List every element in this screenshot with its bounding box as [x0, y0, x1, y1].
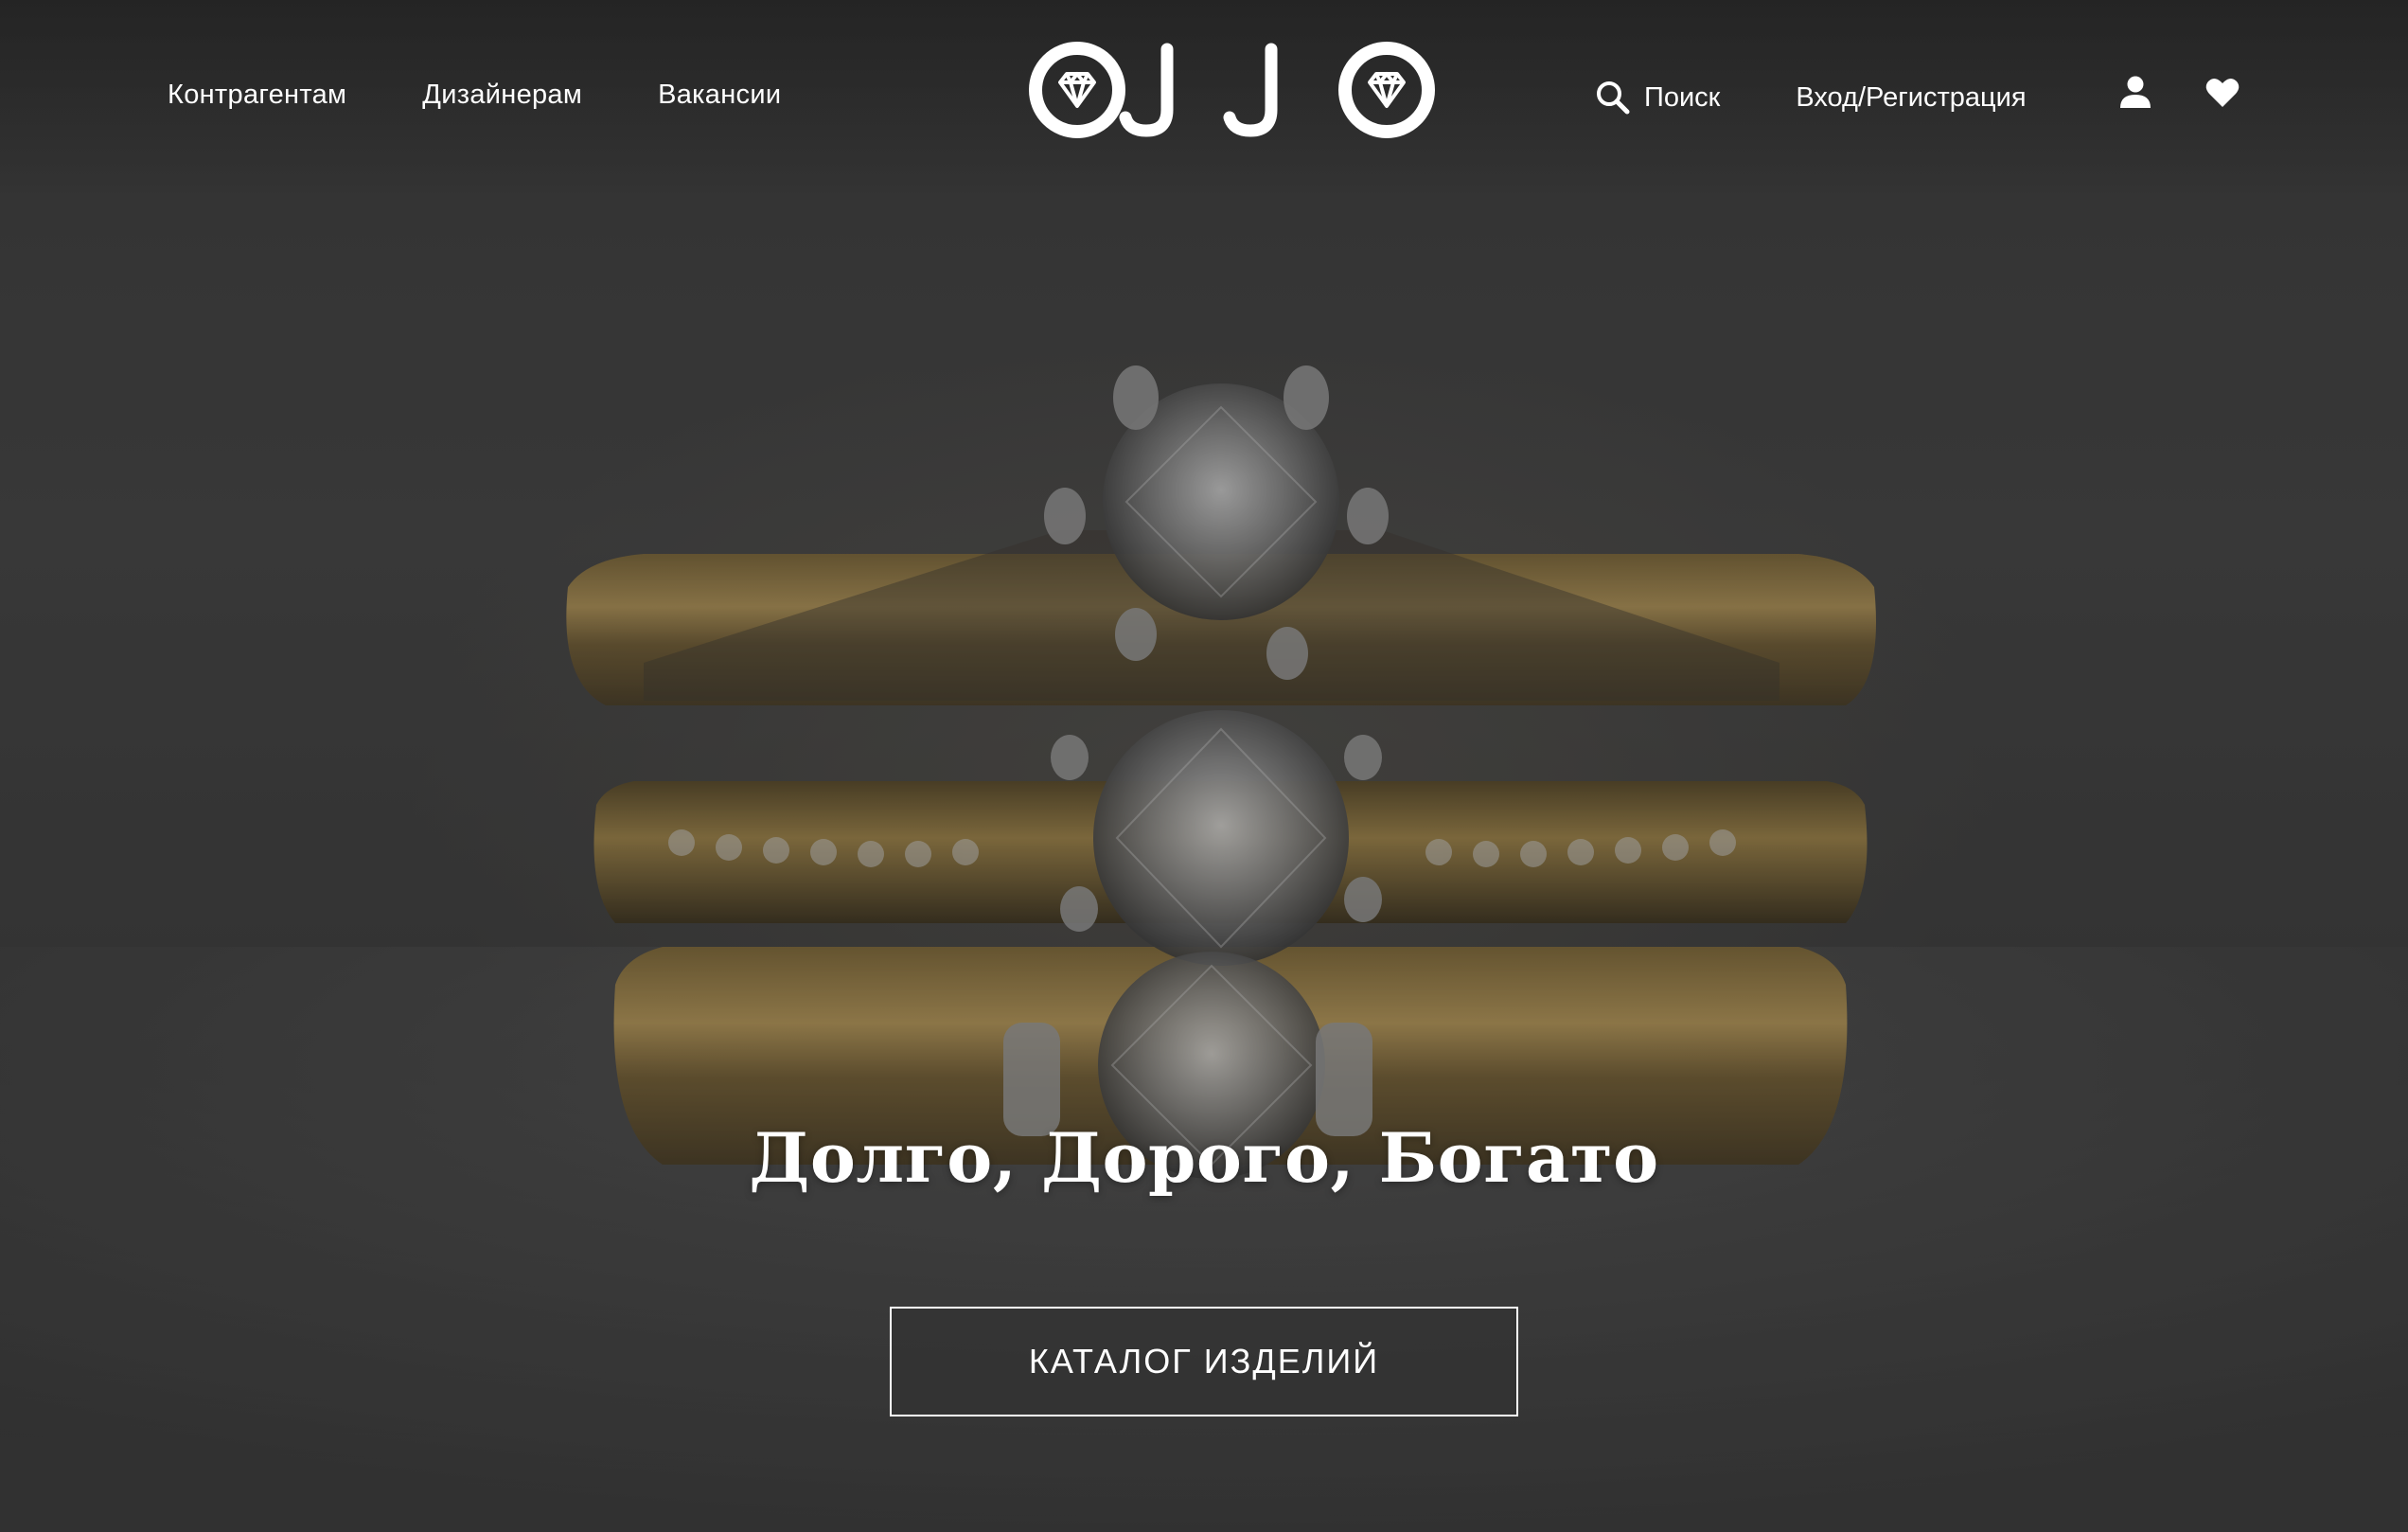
primary-nav: Контрагентам Дизайнерам Вакансии: [168, 80, 781, 111]
nav-link-contractors[interactable]: Контрагентам: [168, 80, 346, 111]
ojjo-logo[interactable]: [1025, 38, 1442, 142]
site-header: Контрагентам Дизайнерам Вакансии Поиск В…: [0, 0, 2408, 199]
hero-section: Контрагентам Дизайнерам Вакансии Поиск В…: [0, 0, 2408, 1532]
search-icon: [1597, 81, 1630, 115]
hero-title: Долго, Дорого, Богато: [749, 1117, 1659, 1198]
diamond-icon: [1058, 72, 1096, 108]
secondary-nav: Поиск Вход/Регистрация: [1595, 80, 2027, 116]
nav-link-vacancies[interactable]: Вакансии: [658, 80, 781, 111]
heart-icon[interactable]: [2204, 74, 2241, 112]
login-register-link[interactable]: Вход/Регистрация: [1796, 82, 2026, 114]
catalog-button[interactable]: КАТАЛОГ ИЗДЕЛИЙ: [890, 1307, 1518, 1416]
search-label: Поиск: [1644, 81, 1721, 113]
user-icon[interactable]: [2116, 74, 2154, 112]
dark-overlay: [0, 0, 2408, 1532]
nav-link-designers[interactable]: Дизайнерам: [422, 80, 582, 111]
search-link[interactable]: Поиск: [1595, 80, 1720, 116]
